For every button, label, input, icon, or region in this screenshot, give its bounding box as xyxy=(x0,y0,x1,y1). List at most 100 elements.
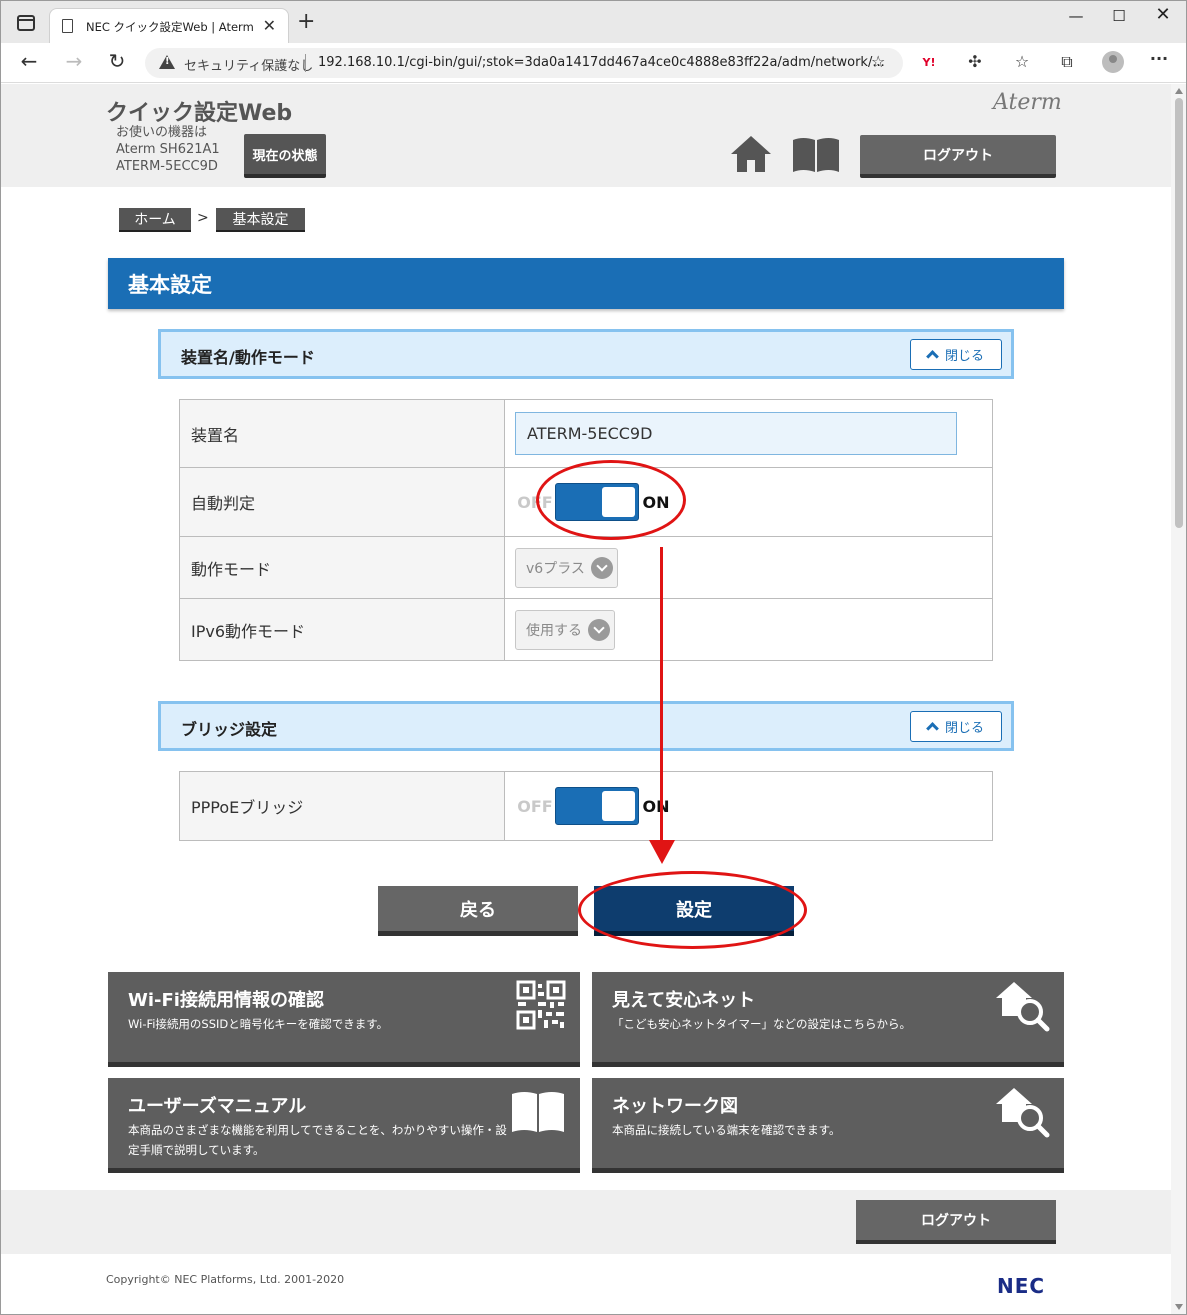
row-label: PPPoEブリッジ xyxy=(179,771,505,841)
yahoo-extension-icon[interactable]: Y! xyxy=(917,56,941,69)
tab-actions-icon[interactable] xyxy=(17,15,35,31)
scroll-up-icon[interactable] xyxy=(1175,88,1183,94)
device-name: ATERM-5ECC9D xyxy=(116,159,218,174)
collapse-label: 閉じる xyxy=(944,349,984,364)
device-name-input[interactable]: ATERM-5ECC9D xyxy=(515,412,957,455)
collapse-button[interactable]: 閉じる xyxy=(910,711,1002,742)
collapse-button[interactable]: 閉じる xyxy=(910,339,1002,370)
breadcrumb-home[interactable]: ホーム xyxy=(119,208,191,232)
table-row: 装置名 ATERM-5ECC9D xyxy=(179,399,993,468)
scroll-thumb[interactable] xyxy=(1175,98,1183,528)
more-menu-icon[interactable]: ··· xyxy=(1147,49,1171,68)
home-search-icon xyxy=(996,1088,1050,1138)
app-title: クイック設定Web xyxy=(106,101,293,126)
browser-window: NEC クイック設定Web | Aterm ✕ + — ☐ ✕ ← → ↻ セキ… xyxy=(0,0,1187,1315)
back-arrow-icon[interactable]: ← xyxy=(17,49,41,73)
section-header-device: 装置名/動作モード 閉じる xyxy=(158,329,1014,379)
section-title: 装置名/動作モード xyxy=(181,348,315,367)
card-user-manual[interactable]: ユーザーズマニュアル 本商品のさまざまな機能を利用してできることを、わかりやすい… xyxy=(108,1078,580,1173)
aterm-logo: Aterm xyxy=(993,90,1062,115)
row-label: 動作モード xyxy=(179,536,505,599)
toggle-knob[interactable] xyxy=(602,791,635,821)
row-value: 使用する xyxy=(504,598,993,661)
logout-button[interactable]: ログアウト xyxy=(860,135,1056,178)
book-icon xyxy=(512,1092,564,1132)
card-safe-net[interactable]: 見えて安心ネット 「こども安心ネットタイマー」などの設定はこちらから。 xyxy=(592,972,1064,1067)
select-value: v6プラス xyxy=(526,560,585,577)
section-header-bridge: ブリッジ設定 閉じる xyxy=(158,701,1014,751)
page-icon xyxy=(62,19,73,33)
browser-tab[interactable]: NEC クイック設定Web | Aterm ✕ xyxy=(49,8,289,43)
url-text[interactable]: 192.168.10.1/cgi-bin/gui/;stok=3da0a1417… xyxy=(318,55,885,70)
favorites-icon[interactable]: ☆ xyxy=(1010,52,1034,71)
address-bar[interactable]: セキュリティ保護なし 192.168.10.1/cgi-bin/gui/;sto… xyxy=(145,48,903,78)
annotation-circle-toggle xyxy=(536,460,686,540)
pppoe-bridge-toggle[interactable]: OFF ON xyxy=(515,787,992,825)
window-close-icon[interactable]: ✕ xyxy=(1148,4,1178,25)
vertical-scrollbar[interactable] xyxy=(1171,84,1186,1314)
section-title: ブリッジ設定 xyxy=(181,720,278,739)
device-label: お使いの機器は xyxy=(116,125,208,140)
manual-book-icon[interactable] xyxy=(791,136,841,174)
toggle-switch[interactable] xyxy=(555,787,639,825)
back-button[interactable]: 戻る xyxy=(378,886,578,936)
ipv6-mode-select[interactable]: 使用する xyxy=(515,609,615,650)
toggle-off-label: OFF xyxy=(517,796,553,816)
current-status-button[interactable]: 現在の状態 xyxy=(244,134,326,178)
nec-logo: NEC xyxy=(997,1274,1046,1298)
chevron-up-icon xyxy=(926,350,939,363)
device-info: お使いの機器は Aterm SH621A1 ATERM-5ECC9D xyxy=(116,124,220,175)
card-desc: 本商品に接続している端末を確認できます。 xyxy=(612,1123,841,1137)
scroll-down-icon[interactable] xyxy=(1175,1304,1183,1310)
page-title: 基本設定 xyxy=(108,258,1064,309)
page-viewport: クイック設定Web お使いの機器は Aterm SH621A1 ATERM-5E… xyxy=(1,84,1171,1314)
add-favorite-icon[interactable]: ☆ xyxy=(871,52,885,71)
bridge-settings-table: PPPoEブリッジ OFF ON xyxy=(179,771,993,841)
security-status[interactable]: セキュリティ保護なし xyxy=(184,55,313,74)
maximize-icon[interactable]: ☐ xyxy=(1104,7,1134,25)
card-network-map[interactable]: ネットワーク図 本商品に接続している端末を確認できます。 xyxy=(592,1078,1064,1173)
row-value: OFF ON xyxy=(504,771,993,841)
logout-button-bottom[interactable]: ログアウト xyxy=(856,1200,1056,1244)
row-label: IPv6動作モード xyxy=(179,598,505,661)
toggle-on-label: ON xyxy=(642,796,670,816)
collections-icon[interactable]: ⧉ xyxy=(1055,52,1079,72)
home-icon[interactable] xyxy=(729,134,773,174)
tab-close-icon[interactable]: ✕ xyxy=(263,16,276,35)
forward-arrow-icon[interactable]: → xyxy=(62,49,86,73)
card-desc: Wi-Fi接続用のSSIDと暗号化キーを確認できます。 xyxy=(128,1017,389,1031)
minimize-icon[interactable]: — xyxy=(1061,7,1091,25)
home-search-icon xyxy=(996,982,1050,1032)
card-title: Wi-Fi接続用情報の確認 xyxy=(128,990,324,1011)
profile-avatar[interactable] xyxy=(1102,51,1124,73)
annotation-arrow-head xyxy=(649,840,675,864)
reload-icon[interactable]: ↻ xyxy=(105,49,129,73)
table-row: 動作モード v6プラス xyxy=(179,536,993,599)
annotation-circle-submit xyxy=(578,871,807,949)
table-row: IPv6動作モード 使用する xyxy=(179,598,993,661)
copyright-text: Copyright© NEC Platforms, Ltd. 2001-2020 xyxy=(106,1273,345,1286)
chevron-down-icon xyxy=(588,618,610,641)
page-header: クイック設定Web お使いの機器は Aterm SH621A1 ATERM-5E… xyxy=(1,84,1171,187)
row-value: v6プラス xyxy=(504,536,993,599)
qr-code-icon xyxy=(516,980,566,1030)
row-value: ATERM-5ECC9D xyxy=(504,399,993,468)
card-title: ユーザーズマニュアル xyxy=(128,1096,307,1117)
new-tab-icon[interactable]: + xyxy=(297,9,315,34)
tab-title: NEC クイック設定Web | Aterm xyxy=(86,20,254,34)
breadcrumb-current[interactable]: 基本設定 xyxy=(216,208,305,232)
card-wifi-info[interactable]: Wi-Fi接続用情報の確認 Wi-Fi接続用のSSIDと暗号化キーを確認できます… xyxy=(108,972,580,1067)
warning-icon[interactable] xyxy=(159,55,175,69)
card-desc: 「こども安心ネットタイマー」などの設定はこちらから。 xyxy=(612,1017,911,1031)
row-label: 自動判定 xyxy=(179,467,505,537)
title-bar: NEC クイック設定Web | Aterm ✕ + — ☐ ✕ xyxy=(1,1,1186,43)
chevron-up-icon xyxy=(926,722,939,735)
address-divider xyxy=(305,54,306,72)
table-row: PPPoEブリッジ OFF ON xyxy=(179,771,993,841)
device-model: Aterm SH621A1 xyxy=(116,142,220,157)
operation-mode-select[interactable]: v6プラス xyxy=(515,547,618,588)
extensions-icon[interactable]: ✣ xyxy=(963,52,987,71)
card-title: 見えて安心ネット xyxy=(612,990,756,1011)
annotation-arrow xyxy=(660,547,663,847)
chevron-down-icon xyxy=(590,556,613,579)
